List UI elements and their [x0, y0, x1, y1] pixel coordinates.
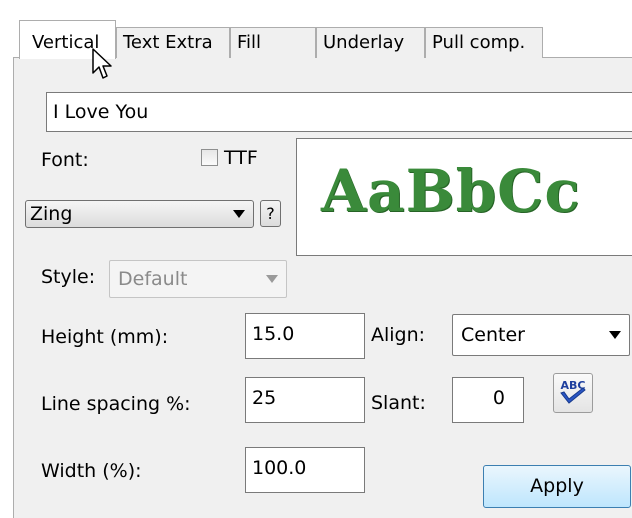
width-input[interactable]: 100.0: [245, 447, 365, 493]
align-select-value: Center: [461, 324, 525, 346]
preview-text: AaBbCc: [321, 157, 581, 225]
slant-value: 0: [492, 387, 505, 409]
chevron-down-icon: [266, 275, 278, 283]
font-help-button[interactable]: ?: [260, 200, 281, 227]
font-label: Font:: [41, 149, 89, 171]
tab-vertical-label: Vertical: [32, 32, 100, 53]
text-input-value: I Love You: [53, 101, 149, 123]
style-label: Style:: [41, 266, 96, 288]
apply-button[interactable]: Apply: [483, 465, 631, 508]
ttf-checkbox[interactable]: [201, 149, 218, 166]
slant-input[interactable]: 0: [452, 377, 524, 423]
chevron-down-icon: [609, 331, 621, 339]
height-value: 15.0: [252, 323, 295, 345]
tab-pull-comp-label: Pull comp.: [432, 32, 526, 53]
tab-pull-comp[interactable]: Pull comp.: [425, 27, 543, 58]
width-label: Width (%):: [41, 460, 142, 482]
tab-text-extra[interactable]: Text Extra: [116, 27, 230, 58]
ttf-label: TTF: [224, 147, 258, 169]
line-spacing-label: Line spacing %:: [41, 393, 191, 415]
tab-underlay-label: Underlay: [323, 32, 405, 53]
mouse-pointer-icon: [92, 48, 112, 79]
align-select[interactable]: Center: [452, 314, 630, 356]
height-label: Height (mm):: [41, 326, 169, 348]
style-select[interactable]: Default: [109, 260, 287, 298]
spellcheck-button[interactable]: ABC: [553, 373, 593, 413]
height-input[interactable]: 15.0: [245, 313, 365, 359]
align-label: Align:: [371, 324, 426, 346]
font-preview: AaBbCc: [296, 138, 632, 256]
font-select-value: Zing: [30, 203, 73, 225]
tab-text-extra-label: Text Extra: [123, 32, 213, 53]
line-spacing-value: 25: [252, 387, 277, 409]
line-spacing-input[interactable]: 25: [245, 377, 365, 423]
tab-fill[interactable]: Fill: [230, 27, 316, 58]
style-select-value: Default: [118, 268, 188, 290]
chevron-down-icon: [233, 210, 245, 218]
abc-check-icon: ABC: [560, 379, 586, 404]
font-select[interactable]: Zing: [25, 200, 254, 228]
width-value: 100.0: [252, 457, 307, 479]
text-input[interactable]: I Love You: [46, 92, 632, 132]
tab-underlay[interactable]: Underlay: [316, 27, 425, 58]
tab-fill-label: Fill: [237, 32, 262, 53]
slant-label: Slant:: [371, 392, 426, 414]
